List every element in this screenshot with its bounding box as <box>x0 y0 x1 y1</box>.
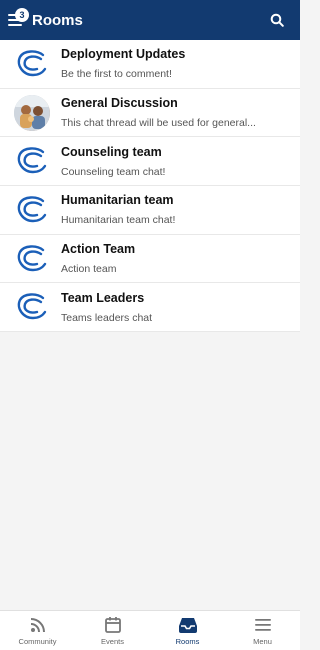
nav-label: Events <box>101 637 124 646</box>
room-subtitle: Teams leaders chat <box>61 311 153 324</box>
room-text: Counseling team Counseling team chat! <box>61 145 165 178</box>
room-title: Humanitarian team <box>61 193 174 208</box>
hamburger-menu-icon <box>254 615 272 635</box>
room-list-item[interactable]: Deployment Updates Be the first to commen… <box>0 40 300 89</box>
nav-item-events[interactable]: Events <box>75 611 150 650</box>
menu-button[interactable]: 3 <box>8 0 34 40</box>
nav-item-rooms[interactable]: Rooms <box>150 611 225 650</box>
room-title: Team Leaders <box>61 290 145 305</box>
rooms-list: Deployment Updates Be the first to commen… <box>0 40 300 333</box>
room-subtitle: Be the first to comment! <box>61 68 172 81</box>
room-title: General Discussion <box>61 96 178 111</box>
room-avatar <box>14 289 50 325</box>
room-list-item[interactable]: Counseling team Counseling team chat! <box>0 137 300 187</box>
room-text: Team Leaders Teams leaders chat <box>61 291 152 324</box>
search-icon <box>270 13 284 27</box>
room-subtitle: Action team <box>61 263 117 276</box>
room-list-item[interactable]: Action Team Action team <box>0 234 300 284</box>
room-text: Humanitarian team Humanitarian team chat! <box>61 193 175 226</box>
app-logo-icon <box>17 147 47 174</box>
room-avatar <box>14 192 50 228</box>
room-avatar <box>14 46 50 82</box>
room-text: Deployment Updates Be the first to commen… <box>61 47 185 80</box>
room-list-item[interactable]: Team Leaders Teams leaders chat <box>0 283 300 333</box>
bottom-navigation: Community Events Rooms Menu <box>0 610 300 650</box>
rss-icon <box>29 615 47 635</box>
nav-label: Rooms <box>175 637 200 646</box>
room-title: Deployment Updates <box>61 47 186 62</box>
room-text: Action Team Action team <box>61 242 135 275</box>
room-avatar <box>14 241 50 277</box>
inbox-icon <box>178 615 198 635</box>
calendar-icon <box>104 615 122 635</box>
notification-badge: 3 <box>15 8 29 22</box>
room-avatar <box>14 94 50 131</box>
room-subtitle: Counseling team chat! <box>61 165 166 178</box>
room-list-item[interactable]: General Discussion This chat thread will … <box>0 88 300 138</box>
nav-label: Community <box>18 637 57 646</box>
room-list-item[interactable]: Humanitarian team Humanitarian team chat! <box>0 186 300 235</box>
nav-label: Menu <box>253 637 272 646</box>
page-title: Rooms <box>32 11 83 29</box>
app-logo-icon <box>17 50 47 77</box>
search-button[interactable] <box>266 9 288 31</box>
room-subtitle: Humanitarian team chat! <box>61 214 176 227</box>
nav-item-menu[interactable]: Menu <box>225 611 300 650</box>
app-logo-icon <box>17 293 47 320</box>
room-title: Counseling team <box>61 144 162 159</box>
app-logo-icon <box>17 244 47 271</box>
nav-item-community[interactable]: Community <box>0 611 75 650</box>
app-header: 3 Rooms <box>0 0 300 40</box>
app-logo-icon <box>17 196 47 223</box>
room-title: Action Team <box>61 242 136 257</box>
room-avatar <box>14 143 50 179</box>
room-subtitle: This chat thread will be used for genera… <box>61 117 256 130</box>
room-text: General Discussion This chat thread will … <box>61 96 256 129</box>
group-photo-icon <box>14 94 50 131</box>
